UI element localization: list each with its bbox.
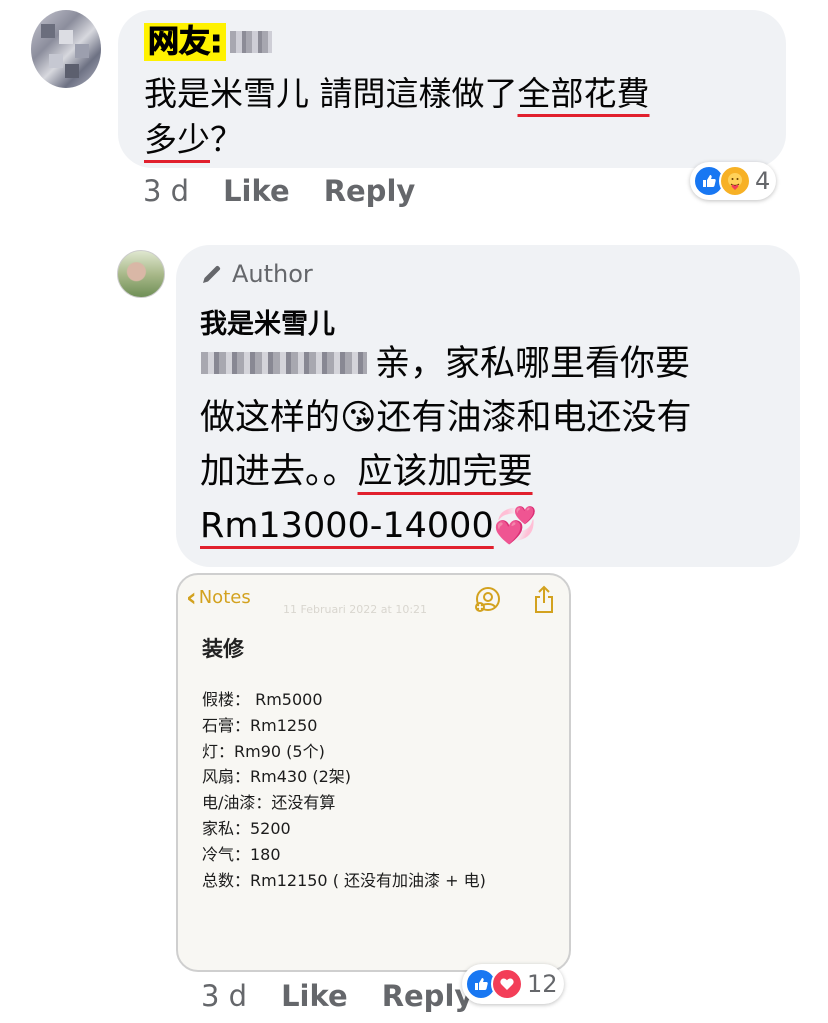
list-item: 总数：Rm12150 ( 还没有加油漆 + 电) bbox=[202, 870, 486, 890]
hearts-emoji-icon: 💞 bbox=[493, 506, 538, 546]
reply-text: 加进去。。 bbox=[200, 452, 358, 492]
reply-author-name[interactable]: 我是米雪儿 bbox=[200, 302, 335, 341]
notes-screenshot-image[interactable]: ‹ Notes 11 Februari 2022 at 10:21 装修 假楼：… bbox=[176, 573, 571, 972]
like-button[interactable]: Like bbox=[281, 979, 348, 1013]
chevron-left-icon: ‹ bbox=[186, 582, 197, 613]
add-people-icon bbox=[475, 587, 500, 612]
list-item: 假楼： Rm5000 bbox=[202, 690, 323, 709]
comment-text: 我是米雪儿 請問這樣做了 bbox=[144, 74, 518, 113]
comment-time[interactable]: 3 d bbox=[143, 174, 189, 208]
comment-actions: 3 d Like Reply bbox=[143, 174, 449, 208]
pencil-icon bbox=[203, 265, 221, 283]
list-item: 灯：Rm90 (5个) bbox=[202, 741, 325, 761]
blurred-mention bbox=[201, 352, 367, 374]
author-label: 网友: bbox=[144, 23, 227, 61]
comment-text-underlined-2: 多少 bbox=[144, 120, 210, 159]
comment-author[interactable]: 网友: bbox=[144, 22, 273, 62]
reaction-summary[interactable]: 12 bbox=[462, 964, 564, 1004]
comment-text-tail: ？ bbox=[210, 120, 243, 159]
reply-button[interactable]: Reply bbox=[324, 174, 416, 208]
reply-time[interactable]: 3 d bbox=[201, 979, 247, 1013]
commenter-avatar[interactable] bbox=[31, 10, 101, 88]
list-item: 风扇：Rm430 (2架) bbox=[202, 767, 351, 787]
list-item: 电/油漆：还没有算 bbox=[202, 793, 336, 813]
reply-text-line-3: 加进去。。应该加完要 bbox=[200, 446, 533, 498]
reaction-count: 12 bbox=[527, 970, 558, 998]
comment-text-line-1: 我是米雪儿 請問這樣做了全部花費 bbox=[144, 70, 774, 118]
care-icon bbox=[719, 165, 751, 197]
reaction-count: 4 bbox=[755, 167, 771, 195]
reply-text-line-2: 做这样的😘还有油漆和电还没有 bbox=[200, 392, 692, 444]
list-item: 冷气：180 bbox=[202, 844, 281, 864]
author-badge-label: Author bbox=[232, 260, 313, 288]
kiss-emoji-icon: 😘 bbox=[340, 398, 377, 438]
reply-price-range: Rm13000-14000 bbox=[200, 506, 494, 546]
comment-text-underlined: 全部花費 bbox=[517, 74, 650, 113]
notes-title: 装修 bbox=[202, 637, 244, 661]
reply-text-line-4: Rm13000-14000💞 bbox=[200, 500, 537, 552]
reply-button[interactable]: Reply bbox=[382, 979, 474, 1013]
reply-text: 做这样的 bbox=[200, 398, 341, 438]
reaction-summary[interactable]: 4 bbox=[690, 162, 777, 200]
comment-text-line-2: 多少？ bbox=[144, 116, 774, 164]
share-icon bbox=[535, 585, 553, 613]
notes-back-label: Notes bbox=[198, 587, 251, 608]
love-icon bbox=[491, 968, 523, 1000]
notes-expense-list: 假楼： Rm5000 石膏：Rm1250 灯：Rm90 (5个) 风扇：Rm43… bbox=[202, 687, 486, 893]
list-item: 石膏：Rm1250 bbox=[202, 715, 318, 735]
list-item: 家私：5200 bbox=[202, 818, 291, 838]
reply-text-underlined: 应该加完要 bbox=[357, 452, 533, 492]
notes-timestamp: 11 Februari 2022 at 10:21 bbox=[283, 603, 428, 616]
reply-text-line-1: 亲，家私哪里看你要 bbox=[375, 344, 691, 384]
author-avatar[interactable] bbox=[117, 250, 165, 298]
reply-text: 还有油漆和电还没有 bbox=[376, 398, 692, 438]
blurred-username bbox=[230, 31, 273, 53]
notes-back-button: ‹ Notes bbox=[186, 582, 251, 613]
author-badge: Author bbox=[200, 260, 313, 288]
like-button[interactable]: Like bbox=[223, 174, 290, 208]
